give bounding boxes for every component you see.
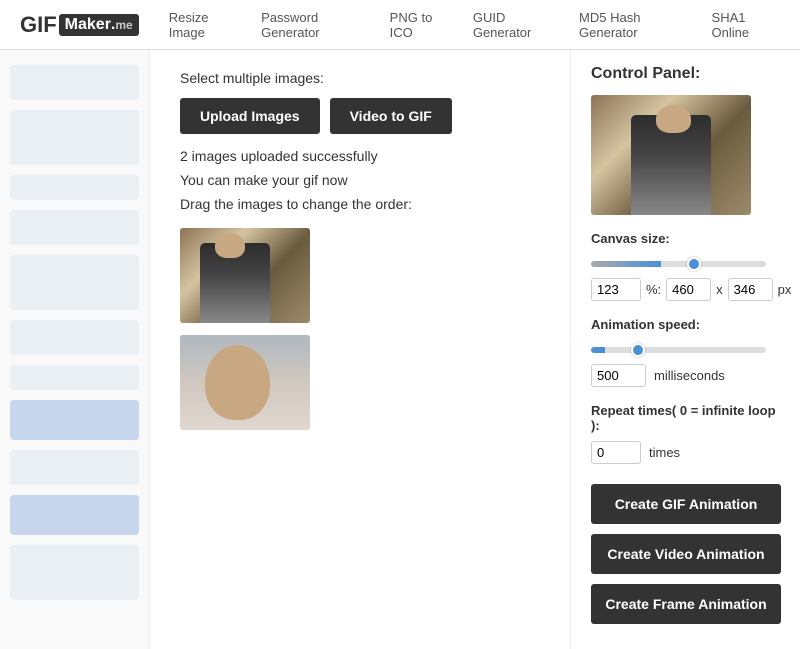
canvas-size-slider-container <box>591 254 780 270</box>
img1-head <box>215 233 245 258</box>
canvas-size-slider[interactable] <box>591 261 766 267</box>
create-frame-animation-button[interactable]: Create Frame Animation <box>591 584 781 624</box>
create-gif-animation-button[interactable]: Create GIF Animation <box>591 484 781 524</box>
logo-gif-text: GIF <box>20 12 57 38</box>
create-video-animation-button[interactable]: Create Video Animation <box>591 534 781 574</box>
repeat-times-label: Repeat times( 0 = infinite loop ): <box>591 403 780 433</box>
canvas-x-symbol: x <box>716 282 723 297</box>
canvas-size-label: Canvas size: <box>591 231 780 246</box>
sidebar-ad-3 <box>10 175 139 200</box>
right-panel: Control Panel: Canvas size: %: x px Anim… <box>570 50 800 649</box>
sidebar-ad-blue-1 <box>10 400 139 440</box>
img2-face <box>205 345 270 420</box>
nav-resize-image[interactable]: Resize Image <box>169 10 241 40</box>
canvas-px-label: px <box>778 282 792 297</box>
image-1-preview <box>180 228 310 323</box>
nav-password-generator[interactable]: Password Generator <box>261 10 370 40</box>
sidebar-ad-8 <box>10 450 139 485</box>
nav-md5-hash-generator[interactable]: MD5 Hash Generator <box>579 10 692 40</box>
canvas-pct-symbol: %: <box>646 282 661 297</box>
preview-image <box>591 95 751 215</box>
select-multiple-label: Select multiple images: <box>180 70 540 86</box>
sidebar-ad-9 <box>10 545 139 600</box>
make-gif-text: You can make your gif now <box>180 172 540 188</box>
logo-maker-badge: Maker.me <box>59 14 139 36</box>
repeat-unit: times <box>649 445 680 460</box>
content-area: Select multiple images: Upload Images Vi… <box>150 50 570 649</box>
sidebar-ad-1 <box>10 65 139 100</box>
sidebar-ad-blue-2 <box>10 495 139 535</box>
anim-speed-unit: milliseconds <box>654 368 725 383</box>
nav-sha1-online[interactable]: SHA1 Online <box>712 10 780 40</box>
logo-me-text: me <box>115 18 132 32</box>
canvas-percent-input[interactable] <box>591 278 641 301</box>
canvas-size-inputs: %: x px <box>591 278 780 301</box>
repeat-times-input[interactable] <box>591 441 641 464</box>
sidebar-ad-7 <box>10 365 139 390</box>
sidebar-ad-2 <box>10 110 139 165</box>
upload-images-button[interactable]: Upload Images <box>180 98 320 134</box>
image-thumb-1[interactable] <box>180 228 310 323</box>
sidebar-ad-6 <box>10 320 139 355</box>
main-nav: Resize Image Password Generator PNG to I… <box>169 10 780 40</box>
nav-png-to-ico[interactable]: PNG to ICO <box>390 10 453 40</box>
button-row: Upload Images Video to GIF <box>180 98 540 134</box>
canvas-width-input[interactable] <box>666 278 711 301</box>
repeat-input-row: times <box>591 441 780 464</box>
speed-input-row: milliseconds <box>591 364 780 387</box>
logo-maker-text: Maker <box>65 16 111 34</box>
logo-area: GIFMaker.me <box>20 12 139 38</box>
anim-speed-input[interactable] <box>591 364 646 387</box>
main-container: Select multiple images: Upload Images Vi… <box>0 50 800 649</box>
control-panel-title: Control Panel: <box>591 65 780 83</box>
image-2-preview <box>180 335 310 430</box>
sidebar <box>0 50 150 649</box>
anim-speed-slider[interactable] <box>591 347 766 353</box>
anim-speed-label: Animation speed: <box>591 317 780 332</box>
drag-order-text: Drag the images to change the order: <box>180 196 540 212</box>
image-thumb-2[interactable] <box>180 335 310 430</box>
upload-status-text: 2 images uploaded successfully <box>180 148 540 164</box>
anim-speed-slider-container <box>591 340 780 356</box>
header: GIFMaker.me Resize Image Password Genera… <box>0 0 800 50</box>
sidebar-ad-4 <box>10 210 139 245</box>
video-to-gif-button[interactable]: Video to GIF <box>330 98 452 134</box>
canvas-height-input[interactable] <box>728 278 773 301</box>
nav-guid-generator[interactable]: GUID Generator <box>473 10 559 40</box>
sidebar-ad-5 <box>10 255 139 310</box>
preview-head <box>656 105 691 133</box>
